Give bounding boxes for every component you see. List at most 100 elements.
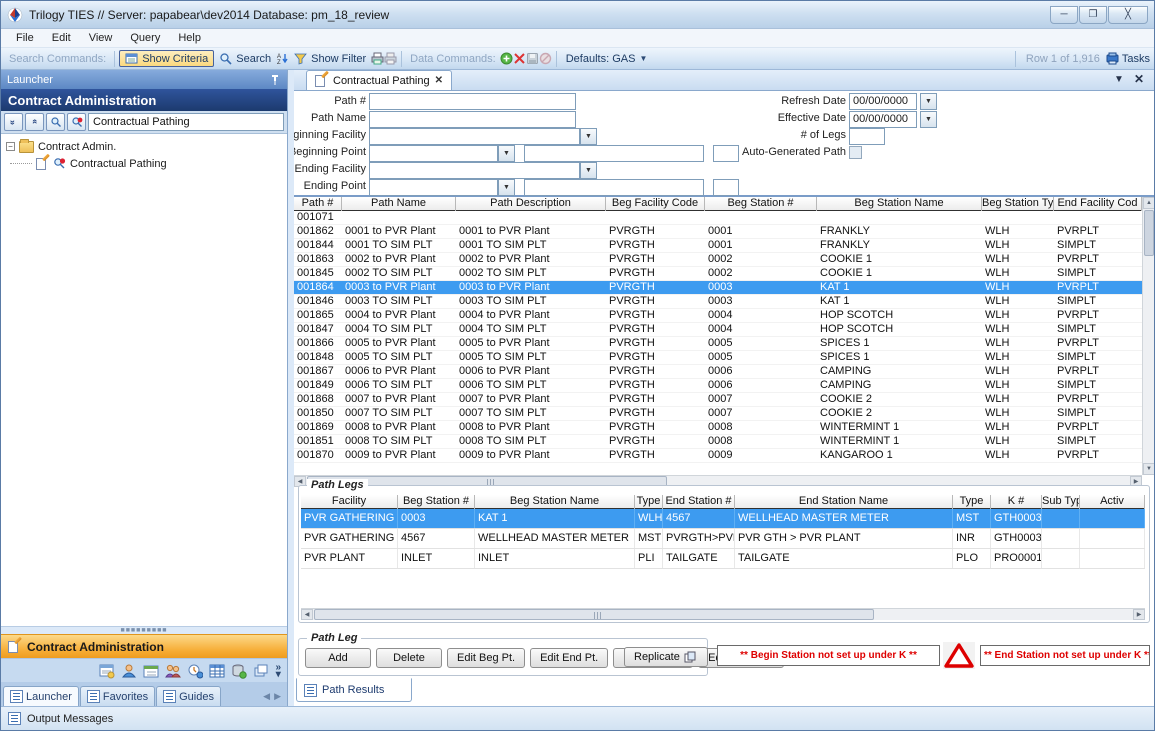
accordion-contract-administration[interactable]: Contract Administration <box>1 634 287 658</box>
form-icon[interactable] <box>99 663 115 679</box>
table-row[interactable]: 0018650004 to PVR Plant0004 to PVR Plant… <box>294 309 1142 323</box>
scroll-tabs-right-icon[interactable]: ▶ <box>274 691 281 702</box>
num-legs-input[interactable] <box>849 128 885 145</box>
edit-end-pt-button[interactable]: Edit End Pt. <box>530 648 608 668</box>
scroll-right-icon[interactable]: ▶ <box>1133 609 1145 620</box>
column-header[interactable]: Beg Station # <box>705 197 817 211</box>
table-row[interactable]: 0018620001 to PVR Plant0001 to PVR Plant… <box>294 225 1142 239</box>
table-row[interactable]: PVR GATHERING SYSTEM0003KAT 1WLH4567WELL… <box>301 509 1145 529</box>
tab-guides[interactable]: Guides <box>156 686 221 706</box>
search-button[interactable]: Search <box>214 51 276 66</box>
add-button[interactable]: Add <box>305 648 371 668</box>
menu-help[interactable]: Help <box>169 32 210 44</box>
clock-user-icon[interactable] <box>187 663 203 679</box>
launcher-search-input[interactable]: Contractual Pathing <box>88 113 284 131</box>
column-header[interactable]: Facility <box>301 495 398 509</box>
pin-icon[interactable] <box>269 74 281 86</box>
table-row[interactable]: 0018700009 to PVR Plant0009 to PVR Plant… <box>294 449 1142 463</box>
search-clear-button[interactable] <box>67 113 86 131</box>
beginning-facility-dropdown-icon[interactable]: ▼ <box>580 128 597 145</box>
ending-point-code-input[interactable] <box>713 179 739 196</box>
table-row[interactable]: 0018470004 TO SIM PLT0004 TO SIM PLTPVRG… <box>294 323 1142 337</box>
column-header[interactable]: Path Name <box>342 197 456 211</box>
collapse-all-button[interactable]: » <box>4 113 23 131</box>
beginning-facility-combo[interactable] <box>369 128 580 145</box>
menu-view[interactable]: View <box>80 32 122 44</box>
search-tree-button[interactable] <box>46 113 65 131</box>
table-row[interactable]: 0018660005 to PVR Plant0005 to PVR Plant… <box>294 337 1142 351</box>
add-record-icon[interactable] <box>500 52 513 65</box>
close-button[interactable]: ╳ <box>1108 6 1148 24</box>
delete-button[interactable]: Delete <box>376 648 442 668</box>
table-row[interactable]: PVR PLANTINLETINLETPLITAILGATETAILGATEPL… <box>301 549 1145 569</box>
table-row[interactable]: PVR GATHERING SYSTEM4567WELLHEAD MASTER … <box>301 529 1145 549</box>
splitter-handle[interactable]: ■■■■■■■■■ <box>1 626 287 634</box>
output-messages-bar[interactable]: Output Messages <box>1 706 1154 730</box>
save-icon[interactable] <box>526 52 539 65</box>
path-name-input[interactable] <box>369 111 576 128</box>
path-number-input[interactable] <box>369 93 576 110</box>
vertical-scrollbar[interactable]: ▲ ▼ <box>1142 197 1154 475</box>
table-row[interactable]: 0018450002 TO SIM PLT0002 TO SIM PLTPVRG… <box>294 267 1142 281</box>
expand-all-button[interactable]: » <box>25 113 44 131</box>
edit-beg-pt-button[interactable]: Edit Beg Pt. <box>447 648 525 668</box>
show-filter-button[interactable]: Show Filter <box>289 51 371 66</box>
column-header[interactable]: Beg Facility Code <box>606 197 705 211</box>
table-row[interactable]: 0018510008 TO SIM PLT0008 TO SIM PLTPVRG… <box>294 435 1142 449</box>
column-header[interactable]: Activ <box>1080 495 1145 509</box>
tab-strip-close-icon[interactable]: ✕ <box>1134 72 1144 86</box>
column-header[interactable]: K # <box>991 495 1042 509</box>
database-icon[interactable] <box>231 663 247 679</box>
ending-point-dropdown-icon[interactable]: ▼ <box>498 179 515 196</box>
scroll-down-icon[interactable]: ▼ <box>1143 463 1154 475</box>
table-row[interactable]: 0018680007 to PVR Plant0007 to PVR Plant… <box>294 393 1142 407</box>
print-icon[interactable] <box>371 52 384 65</box>
tab-close-icon[interactable]: ✕ <box>435 75 443 86</box>
scroll-up-icon[interactable]: ▲ <box>1143 197 1154 209</box>
tasks-button[interactable]: Tasks <box>1106 52 1150 65</box>
more-buttons-chevron[interactable]: »▾ <box>275 664 281 678</box>
column-header[interactable]: Beg Station Name <box>817 197 982 211</box>
table-row[interactable]: 0018500007 TO SIM PLT0007 TO SIM PLTPVRG… <box>294 407 1142 421</box>
column-header[interactable]: Beg Station # <box>398 495 475 509</box>
tree-node-contractual-pathing[interactable]: Contractual Pathing <box>3 155 285 172</box>
refresh-date-dropdown-icon[interactable]: ▼ <box>920 93 937 110</box>
effective-date-input[interactable]: 00/00/0000 <box>849 111 917 128</box>
tab-favorites[interactable]: Favorites <box>80 686 155 706</box>
column-header[interactable]: Beg Station Name <box>475 495 635 509</box>
column-header[interactable]: End Station Name <box>735 495 953 509</box>
column-header[interactable]: Path Description <box>456 197 606 211</box>
table-row[interactable]: 0018640003 to PVR Plant0003 to PVR Plant… <box>294 281 1142 295</box>
tab-contractual-pathing[interactable]: Contractual Pathing ✕ <box>306 70 452 90</box>
calendar-icon[interactable] <box>143 663 159 679</box>
table-row[interactable]: 001071 <box>294 211 1142 225</box>
menu-edit[interactable]: Edit <box>43 32 80 44</box>
user-icon[interactable] <box>121 663 137 679</box>
scrollbar-thumb[interactable] <box>1144 210 1154 256</box>
minimize-button[interactable]: ─ <box>1050 6 1078 24</box>
table-row[interactable]: 0018690008 to PVR Plant0008 to PVR Plant… <box>294 421 1142 435</box>
refresh-date-input[interactable]: 00/00/0000 <box>849 93 917 110</box>
show-criteria-button[interactable]: Show Criteria <box>119 50 214 67</box>
replicate-button[interactable]: Replicate <box>624 647 708 667</box>
column-header[interactable]: End Station # <box>663 495 735 509</box>
table-icon[interactable] <box>209 663 225 679</box>
ending-facility-combo[interactable] <box>369 162 580 179</box>
column-header[interactable]: Path # <box>294 197 342 211</box>
collapse-node-icon[interactable]: − <box>6 142 15 151</box>
column-header[interactable]: End Facility Cod <box>1054 197 1142 211</box>
scroll-left-icon[interactable]: ◀ <box>301 609 313 620</box>
column-header[interactable]: Type <box>953 495 991 509</box>
table-row[interactable]: 0018630002 to PVR Plant0002 to PVR Plant… <box>294 253 1142 267</box>
menu-file[interactable]: File <box>7 32 43 44</box>
beginning-point-name-input[interactable] <box>524 145 704 162</box>
table-row[interactable]: 0018670006 to PVR Plant0006 to PVR Plant… <box>294 365 1142 379</box>
column-header[interactable]: Sub Type <box>1042 495 1080 509</box>
tab-path-results[interactable]: Path Results <box>296 678 412 702</box>
scroll-tabs-left-icon[interactable]: ◀ <box>263 691 270 702</box>
tree-node-contract-admin[interactable]: − Contract Admin. <box>3 138 285 155</box>
table-row[interactable]: 0018440001 TO SIM PLT0001 TO SIM PLTPVRG… <box>294 239 1142 253</box>
defaults-dropdown[interactable]: Defaults: GAS ▼ <box>561 52 653 66</box>
auto-generated-path-checkbox[interactable] <box>849 146 862 159</box>
effective-date-dropdown-icon[interactable]: ▼ <box>920 111 937 128</box>
